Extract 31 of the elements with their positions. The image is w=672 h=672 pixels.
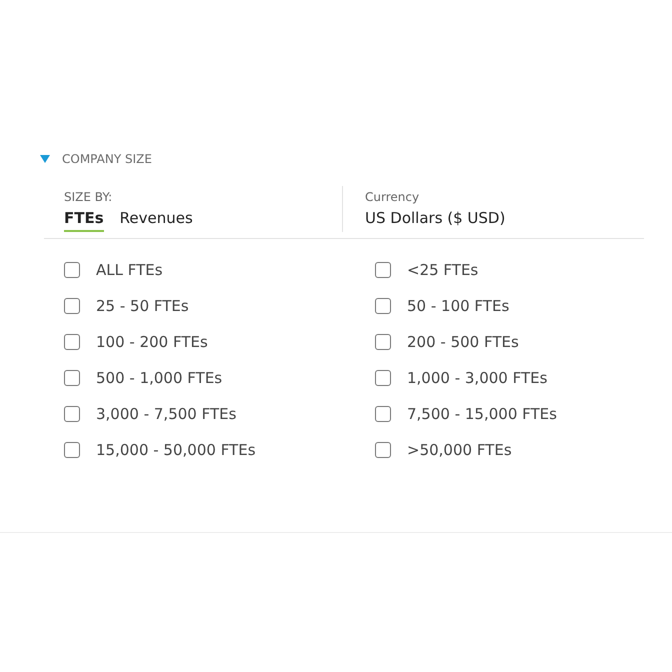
option-label: 100 - 200 FTEs	[96, 332, 208, 353]
size-by-tab[interactable]: FTEs	[64, 209, 104, 232]
option-label: 3,000 - 7,500 FTEs	[96, 404, 236, 425]
checkbox[interactable]	[64, 406, 80, 422]
checkbox[interactable]	[375, 370, 391, 386]
collapse-triangle-icon[interactable]	[40, 155, 50, 163]
option-label: >50,000 FTEs	[407, 440, 512, 461]
option-label: 25 - 50 FTEs	[96, 296, 189, 317]
checkbox[interactable]	[375, 262, 391, 278]
checkbox[interactable]	[64, 334, 80, 350]
option-label: ALL FTEs	[96, 260, 163, 281]
option-label: 200 - 500 FTEs	[407, 332, 519, 353]
checkbox[interactable]	[375, 406, 391, 422]
checkbox[interactable]	[64, 262, 80, 278]
option-label: 7,500 - 15,000 FTEs	[407, 404, 557, 425]
currency-label: Currency	[365, 190, 420, 204]
checkbox[interactable]	[375, 334, 391, 350]
checkbox[interactable]	[375, 442, 391, 458]
option-label: 1,000 - 3,000 FTEs	[407, 368, 548, 389]
option-label: 15,000 - 50,000 FTEs	[96, 440, 256, 461]
section-title: COMPANY SIZE	[62, 152, 152, 166]
size-by-tab[interactable]: Revenues	[120, 209, 193, 232]
option-label: <25 FTEs	[407, 260, 478, 281]
currency-value[interactable]: US Dollars ($ USD)	[365, 209, 506, 227]
option-label: 50 - 100 FTEs	[407, 296, 510, 317]
checkbox[interactable]	[64, 370, 80, 386]
checkbox[interactable]	[64, 298, 80, 314]
checkbox[interactable]	[375, 298, 391, 314]
option-label: 500 - 1,000 FTEs	[96, 368, 222, 389]
size-by-label: SIZE BY:	[64, 190, 112, 204]
checkbox[interactable]	[64, 442, 80, 458]
